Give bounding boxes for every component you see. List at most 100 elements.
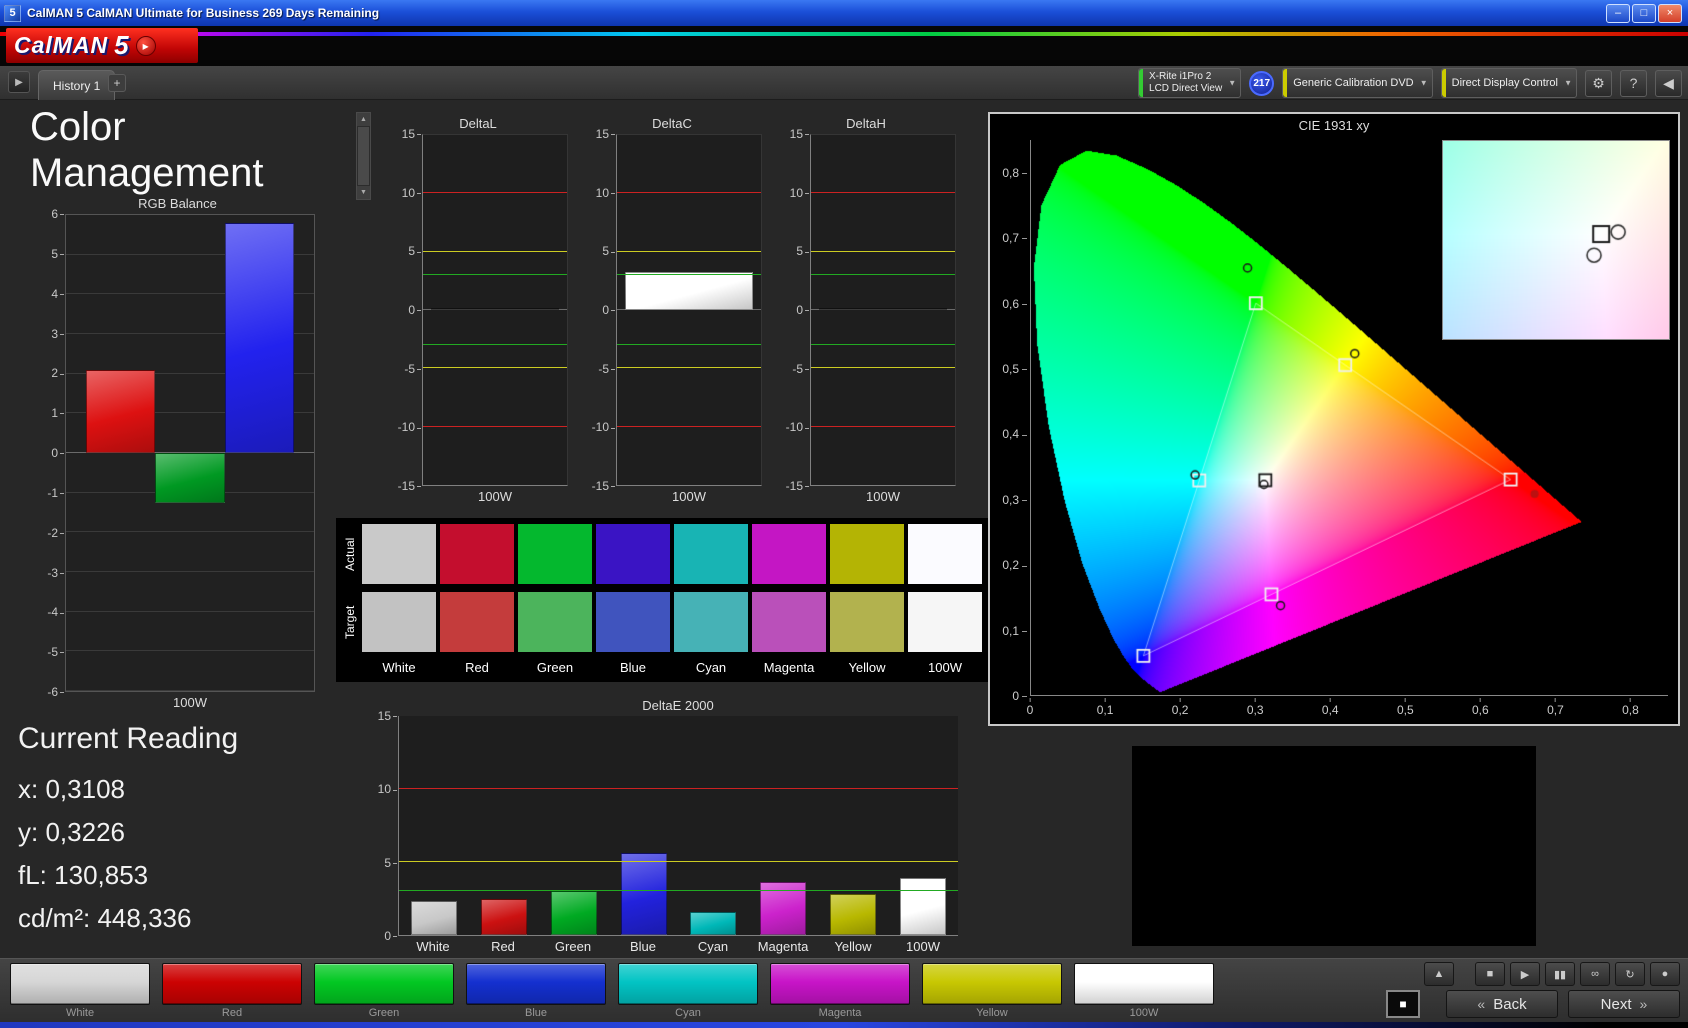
bar-100w (625, 272, 754, 311)
charts-scrollbar[interactable]: ▲ ▼ (356, 112, 371, 200)
pattern-button-blue[interactable] (466, 963, 606, 1005)
category-label: Blue (608, 939, 678, 954)
page-title-line2: Management (30, 150, 330, 196)
y-tick-label: -5 (47, 645, 64, 659)
y-tick-label: -10 (398, 420, 421, 434)
help-icon[interactable]: ? (1620, 70, 1647, 97)
reference-line (811, 274, 955, 275)
y-tick-label: -5 (792, 362, 809, 376)
source-status-indicator (1283, 69, 1287, 97)
bar-cyan (690, 912, 736, 935)
titlebar: 5 CalMAN 5 CalMAN Ultimate for Business … (0, 0, 1688, 26)
pattern-button-100w[interactable] (1074, 963, 1214, 1005)
calman-window: 5 CalMAN 5 CalMAN Ultimate for Business … (0, 0, 1688, 1028)
scroll-down-icon[interactable]: ▼ (357, 186, 370, 199)
pattern-button-white[interactable] (10, 963, 150, 1005)
y-tick-label: 0,5 (1002, 362, 1027, 376)
stop-button[interactable]: ■ (1475, 962, 1505, 986)
category-label: Yellow (818, 939, 888, 954)
plot-area (810, 134, 956, 486)
y-tick-label: 15 (378, 709, 397, 723)
record-button[interactable]: ● (1650, 962, 1680, 986)
pattern-slot: Blue (466, 963, 606, 1019)
x-axis-label: 100W (422, 489, 568, 504)
reference-line (617, 344, 761, 345)
next-button[interactable]: Next » (1568, 990, 1680, 1018)
pattern-button-yellow[interactable] (922, 963, 1062, 1005)
reference-line (617, 274, 761, 275)
loop-button[interactable]: ∞ (1580, 962, 1610, 986)
pause-button[interactable]: ▮▮ (1545, 962, 1575, 986)
gear-icon[interactable]: ⚙ (1585, 70, 1612, 97)
swatch-column-label: Red (438, 658, 516, 678)
maximize-button[interactable]: □ (1632, 4, 1656, 23)
y-axis-ticks: 6543210-1-2-3-4-5-6 (35, 214, 65, 692)
reference-line (423, 192, 567, 193)
meter-name: X-Rite i1Pro 2 (1149, 71, 1222, 83)
play-button[interactable]: ▶ (1510, 962, 1540, 986)
pattern-window-button[interactable]: ■ (1386, 990, 1420, 1018)
y-tick-label: 0 (796, 303, 809, 317)
category-label: Green (538, 939, 608, 954)
y-tick-label: 0,6 (1002, 297, 1027, 311)
x-tick-label: 0,5 (1397, 698, 1414, 717)
pattern-button-label: Yellow (922, 1007, 1062, 1019)
video-preview (1132, 746, 1536, 946)
pattern-bar-buttons: WhiteRedGreenBlueCyanMagentaYellow100W (10, 963, 1214, 1019)
swatch-column-label: Cyan (672, 658, 750, 678)
swatch-row-actual: Actual (340, 522, 988, 586)
reference-line (423, 274, 567, 275)
collapse-panel-icon[interactable]: ◀ (1655, 70, 1682, 97)
x-tick-label: 0,6 (1472, 698, 1489, 717)
reference-line (811, 367, 955, 368)
logo-arrow-icon: ▸ (136, 36, 156, 56)
minimize-button[interactable]: – (1606, 4, 1630, 23)
x-tick-label: 0,8 (1622, 698, 1639, 717)
meter-dropdown[interactable]: X-Rite i1Pro 2 LCD Direct View ▼ (1138, 68, 1241, 98)
current-reading-title: Current Reading (18, 722, 238, 756)
reading-label: fL: (18, 860, 47, 890)
reference-line (617, 367, 761, 368)
close-button[interactable]: × (1658, 4, 1682, 23)
x-axis-label: 100W (616, 489, 762, 504)
y-tick-label: 0 (408, 303, 421, 317)
reading-fl: fL: 130,853 (18, 854, 238, 897)
y-tick-label: 2 (51, 366, 64, 380)
pattern-button-label: 100W (1074, 1007, 1214, 1019)
pattern-toggle-button[interactable]: ▲ (1424, 962, 1454, 986)
reference-line (399, 861, 958, 862)
add-tab-button[interactable]: + (108, 74, 126, 92)
reference-line (399, 788, 958, 789)
delta-c-chart: DeltaC 151050-5-10-15 100W (580, 116, 764, 504)
y-tick-label: 1 (51, 406, 64, 420)
swatch-target-100w (908, 592, 982, 652)
swatch-target-blue (596, 592, 670, 652)
back-label: Back (1493, 996, 1526, 1013)
scrollbar-thumb[interactable] (358, 127, 369, 185)
tab-scroll-button[interactable]: ▶ (8, 71, 30, 93)
bottom-bar: WhiteRedGreenBlueCyanMagentaYellow100W ▲… (0, 958, 1688, 1022)
actual-row-label: Actual (340, 524, 360, 584)
delta-e-2000-chart: DeltaE 2000 151050 WhiteRedGreenBlueCyan… (368, 698, 960, 954)
y-tick-label: -6 (47, 685, 64, 699)
target-row-label: Target (340, 592, 360, 652)
pattern-button-cyan[interactable] (618, 963, 758, 1005)
scroll-up-icon[interactable]: ▲ (357, 113, 370, 126)
display-status-indicator (1442, 69, 1446, 97)
reading-value: 448,336 (97, 903, 191, 933)
gridline (66, 571, 314, 572)
back-button[interactable]: « Back (1446, 990, 1558, 1018)
pattern-button-green[interactable] (314, 963, 454, 1005)
source-label: Generic Calibration DVD (1293, 77, 1413, 89)
tab-history-1[interactable]: History 1 (38, 70, 115, 100)
source-dropdown[interactable]: Generic Calibration DVD ▼ (1282, 68, 1432, 98)
bar-100w (431, 308, 560, 310)
header: CalMAN 5 ▸ (0, 26, 1688, 66)
y-tick-label: -15 (592, 479, 615, 493)
display-control-dropdown[interactable]: Direct Display Control ▼ (1441, 68, 1577, 98)
refresh-button[interactable]: ↻ (1615, 962, 1645, 986)
pattern-button-red[interactable] (162, 963, 302, 1005)
cie-inset-canvas (1443, 141, 1669, 339)
next-arrows-icon: » (1640, 996, 1648, 1012)
pattern-button-magenta[interactable] (770, 963, 910, 1005)
